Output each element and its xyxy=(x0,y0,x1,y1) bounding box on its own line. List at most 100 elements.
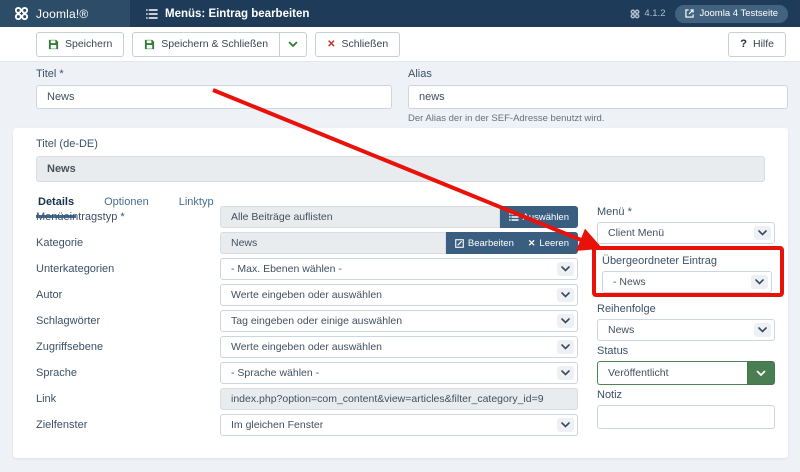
menu-item-type-label: Menüeintragstyp * xyxy=(23,211,220,223)
subcategories-select[interactable]: - Max. Ebenen wählen - xyxy=(220,258,578,280)
ordering-value: News xyxy=(608,324,634,336)
page-title-text: Menüs: Eintrag bearbeiten xyxy=(165,8,309,20)
menu-value: Client Menü xyxy=(608,227,664,239)
toolbar: Speichern Speichern & Schließen ✕ Schlie… xyxy=(0,27,800,62)
version-badge: 4.1.2 xyxy=(630,8,665,19)
details-left-column: Menüeintragstyp * Auswählen xyxy=(23,206,578,440)
link-label: Link xyxy=(23,393,220,405)
subcategories-value: - Max. Ebenen wählen - xyxy=(231,263,342,275)
access-select[interactable]: Werte eingeben oder auswählen xyxy=(220,336,578,358)
category-label: Kategorie xyxy=(23,237,220,249)
alias-label: Alias xyxy=(408,68,788,80)
tags-label: Schlagwörter xyxy=(23,315,220,327)
save-label: Speichern xyxy=(65,38,112,50)
menu-item-type-input xyxy=(220,206,500,228)
note-field-group: Notiz xyxy=(597,389,775,429)
access-label: Zugriffsebene xyxy=(23,341,220,353)
category-clear-label: Leeren xyxy=(539,238,569,249)
save-button[interactable]: Speichern xyxy=(36,32,124,57)
category-edit-button[interactable]: Bearbeiten xyxy=(455,238,514,249)
navbar-right: 4.1.2 Joomla 4 Testseite xyxy=(630,5,800,23)
parent-item-label: Übergeordneter Eintrag xyxy=(602,255,772,267)
preview-site-button[interactable]: Joomla 4 Testseite xyxy=(675,5,788,23)
category-buttons: Bearbeiten ✕ Leeren xyxy=(446,232,578,254)
save-icon xyxy=(48,39,59,50)
title-field-group: Titel * xyxy=(36,68,392,109)
subcategories-label: Unterkategorien xyxy=(23,263,220,275)
close-label: Schließen xyxy=(341,38,388,50)
language-value: - Sprache wählen - xyxy=(231,367,319,379)
help-label: Hilfe xyxy=(753,38,774,50)
alias-help-text: Der Alias der in der SEF-Adresse benutzt… xyxy=(408,113,788,124)
version-text: 4.1.2 xyxy=(644,8,665,19)
close-button[interactable]: ✕ Schließen xyxy=(315,32,400,57)
status-field-group: Status Veröffentlicht xyxy=(597,345,775,385)
save-close-group: Speichern & Schließen xyxy=(132,32,307,57)
question-icon: ? xyxy=(740,38,747,50)
menu-label: Menü * xyxy=(597,206,775,218)
translated-title-group: Titel (de-DE) xyxy=(36,138,765,182)
chevron-down-icon xyxy=(557,288,574,302)
chevron-down-icon xyxy=(288,41,298,48)
target-label: Zielfenster xyxy=(23,419,220,431)
target-select[interactable]: Im gleichen Fenster xyxy=(220,414,578,436)
target-value: Im gleichen Fenster xyxy=(231,419,323,431)
save-options-toggle[interactable] xyxy=(280,32,307,57)
subcategories-row: Unterkategorien - Max. Ebenen wählen - xyxy=(23,258,578,280)
menu-field-group: Menü * Client Menü xyxy=(597,206,775,244)
link-input xyxy=(220,388,578,410)
alias-input[interactable] xyxy=(408,85,788,109)
joomla-version-icon xyxy=(630,9,640,19)
pencil-square-icon xyxy=(455,239,464,248)
chevron-down-icon xyxy=(557,340,574,354)
menu-list-icon xyxy=(146,9,158,19)
save-icon xyxy=(144,39,155,50)
link-row: Link xyxy=(23,388,578,410)
preview-site-label: Joomla 4 Testseite xyxy=(699,8,778,19)
status-select[interactable]: Veröffentlicht xyxy=(597,361,775,385)
note-input[interactable] xyxy=(597,405,775,429)
category-input xyxy=(220,232,446,254)
clear-x-icon: ✕ xyxy=(528,238,536,249)
chevron-down-icon xyxy=(557,366,574,380)
translated-title-label: Titel (de-DE) xyxy=(36,138,765,150)
author-value: Werte eingeben oder auswählen xyxy=(231,289,382,301)
top-navbar: Joomla!® Menüs: Eintrag bearbeiten 4.1. xyxy=(0,0,800,27)
note-label: Notiz xyxy=(597,389,775,401)
title-label: Titel * xyxy=(36,68,392,80)
select-type-button[interactable]: Auswählen xyxy=(500,206,578,228)
parent-item-select[interactable]: - News xyxy=(602,271,772,293)
save-close-button[interactable]: Speichern & Schließen xyxy=(132,32,280,57)
help-button[interactable]: ? Hilfe xyxy=(728,32,786,57)
menu-select[interactable]: Client Menü xyxy=(597,222,775,244)
joomla-logo: Joomla!® xyxy=(0,0,130,27)
language-row: Sprache - Sprache wählen - xyxy=(23,362,578,384)
category-clear-button[interactable]: ✕ Leeren xyxy=(528,238,569,249)
tags-value: Tag eingeben oder einige auswählen xyxy=(231,315,402,327)
alias-field-group: Alias Der Alias der in der SEF-Adresse b… xyxy=(408,68,788,124)
chevron-down-icon xyxy=(754,226,771,240)
title-input[interactable] xyxy=(36,85,392,109)
menu-item-type-row: Menüeintragstyp * Auswählen xyxy=(23,206,578,228)
list-icon xyxy=(509,213,519,221)
select-type-label: Auswählen xyxy=(523,212,569,223)
status-label: Status xyxy=(597,345,775,357)
tags-select[interactable]: Tag eingeben oder einige auswählen xyxy=(220,310,578,332)
target-row: Zielfenster Im gleichen Fenster xyxy=(23,414,578,436)
category-row: Kategorie Bearbeiten ✕ Leeren xyxy=(23,232,578,254)
language-label: Sprache xyxy=(23,367,220,379)
ordering-select[interactable]: News xyxy=(597,319,775,341)
author-select[interactable]: Werte eingeben oder auswählen xyxy=(220,284,578,306)
translated-title-input xyxy=(36,156,765,182)
parent-item-field-group: Übergeordneter Eintrag - News xyxy=(602,255,772,293)
author-label: Autor xyxy=(23,289,220,301)
access-value: Werte eingeben oder auswählen xyxy=(231,341,382,353)
access-row: Zugriffsebene Werte eingeben oder auswäh… xyxy=(23,336,578,358)
ordering-field-group: Reihenfolge News xyxy=(597,303,775,341)
chevron-down-icon xyxy=(557,314,574,328)
joomla-logo-icon xyxy=(14,6,29,21)
language-select[interactable]: - Sprache wählen - xyxy=(220,362,578,384)
chevron-down-icon[interactable] xyxy=(747,361,775,385)
external-link-icon xyxy=(685,9,694,18)
joomla-logo-text: Joomla!® xyxy=(36,7,88,21)
